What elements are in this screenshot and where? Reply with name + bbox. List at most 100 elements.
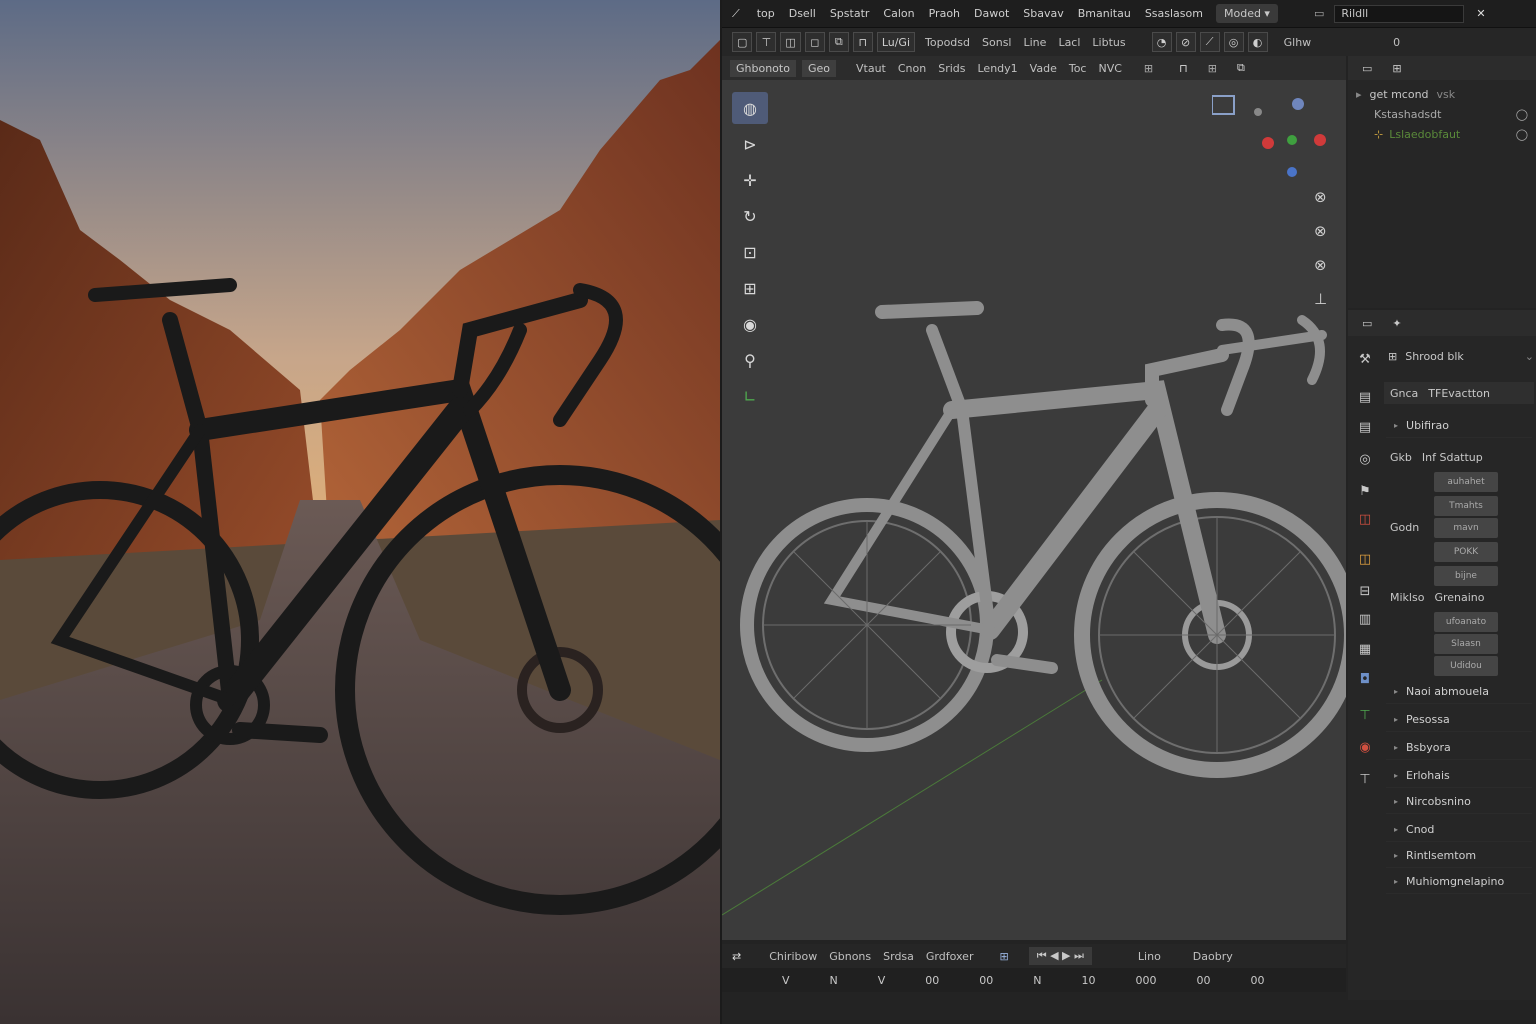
field-input[interactable]: auhahet bbox=[1434, 472, 1498, 492]
menu-item-8[interactable]: Bmanitau bbox=[1071, 7, 1138, 20]
section-header[interactable]: ▸ Nircobsnino bbox=[1386, 790, 1532, 814]
libtus-label[interactable]: Libtus bbox=[1086, 36, 1131, 49]
playback-controls[interactable]: ⏮ ◀ ▶ ⏭ bbox=[1028, 947, 1092, 965]
field-input[interactable]: mavn bbox=[1434, 518, 1498, 538]
sonsl-label[interactable]: Sonsl bbox=[976, 36, 1017, 49]
tab-general[interactable]: Gnca bbox=[1390, 387, 1418, 400]
snap-button[interactable]: ⊓ bbox=[852, 32, 873, 52]
outliner-row[interactable]: Kstashadsdt ◯ bbox=[1356, 104, 1528, 124]
field-input[interactable]: ufoanato bbox=[1434, 612, 1498, 632]
add-menu[interactable]: Srids bbox=[932, 62, 971, 75]
zoom-icon[interactable]: ⊗ bbox=[1314, 180, 1327, 214]
cursor-tool-icon[interactable]: ⊳ bbox=[732, 128, 768, 160]
mode-dropdown[interactable]: Ghbonoto bbox=[730, 59, 796, 77]
menu-item-5[interactable]: Praoh bbox=[922, 7, 967, 20]
world-tab-icon[interactable]: ◫ bbox=[1356, 510, 1374, 528]
menu-item-6[interactable]: Dawot bbox=[967, 7, 1016, 20]
glhw-label[interactable]: Glhw bbox=[1278, 36, 1318, 49]
add-cube-tool-icon[interactable]: ∟ bbox=[732, 380, 768, 412]
outliner-filter-icon[interactable]: ⊞ bbox=[1392, 62, 1401, 75]
transform-tool-icon[interactable]: ⊞ bbox=[732, 272, 768, 304]
shading-icon[interactable]: ◐ bbox=[1247, 32, 1268, 52]
line-label[interactable]: Line bbox=[1018, 36, 1053, 49]
copy-button[interactable]: ⧉ bbox=[828, 32, 849, 52]
menu-item-4[interactable]: Calon bbox=[876, 7, 921, 20]
timeline-item-3[interactable]: Srdsa bbox=[877, 950, 920, 963]
pivot-icon[interactable]: ◔ bbox=[1151, 32, 1172, 52]
mode-button[interactable]: Lu/Gi bbox=[876, 32, 916, 52]
frame-button[interactable]: ◻ bbox=[804, 32, 825, 52]
pan-icon[interactable]: ⊗ bbox=[1314, 214, 1327, 248]
rotate-tool-icon[interactable]: ↻ bbox=[732, 200, 768, 232]
menu-item-3[interactable]: Spstatr bbox=[823, 7, 877, 20]
vade-menu[interactable]: Vade bbox=[1024, 62, 1063, 75]
physics-tab-icon[interactable]: ▦ bbox=[1356, 640, 1374, 658]
data-tab-icon[interactable]: ⊤ bbox=[1356, 706, 1374, 724]
pin-icon[interactable]: ✦ bbox=[1392, 317, 1401, 330]
timeline-right-a[interactable]: Lino bbox=[1132, 950, 1167, 963]
select-menu[interactable]: Cnon bbox=[892, 62, 932, 75]
menu-item-2[interactable]: Dsell bbox=[782, 7, 823, 20]
view-menu[interactable]: Vtaut bbox=[850, 62, 892, 75]
menu-item-1[interactable]: top bbox=[750, 7, 782, 20]
particles-tab-icon[interactable]: ▥ bbox=[1356, 610, 1374, 628]
tool-tab-icon[interactable]: ⚒ bbox=[1356, 350, 1374, 368]
outliner-row[interactable]: ▸ get mcond vsk bbox=[1356, 84, 1528, 104]
field-input[interactable]: bijne bbox=[1434, 566, 1498, 586]
workspace-tab[interactable]: Moded ▾ bbox=[1215, 4, 1278, 23]
section-header[interactable]: ▸ Rintlsemtom bbox=[1386, 844, 1532, 868]
properties-type-icon[interactable]: ▭ bbox=[1362, 317, 1372, 330]
annotate-tool-icon[interactable]: ◉ bbox=[732, 308, 768, 340]
outliner-type-icon[interactable]: ▭ bbox=[1362, 62, 1372, 75]
output-tab-icon[interactable]: ▤ bbox=[1356, 418, 1374, 436]
scene-icon[interactable]: ▭ bbox=[1314, 7, 1324, 20]
object-menu[interactable]: Lendy1 bbox=[972, 62, 1024, 75]
select-box-button[interactable]: ▢ bbox=[732, 32, 753, 52]
section-header[interactable]: ▸ Pesossa bbox=[1386, 708, 1532, 732]
topology-label[interactable]: Topodsd bbox=[919, 36, 976, 49]
nvc-menu[interactable]: NVC bbox=[1092, 62, 1127, 75]
section-header[interactable]: ▸ Cnod bbox=[1386, 818, 1532, 842]
mode2-dropdown[interactable]: Geo bbox=[801, 59, 836, 77]
app-logo-icon[interactable]: ⟋ bbox=[732, 7, 740, 21]
texture-tab-icon[interactable]: ⊤ bbox=[1356, 770, 1374, 788]
modifier-tab-icon[interactable]: ⊟ bbox=[1356, 582, 1374, 600]
select-tool-icon[interactable]: ◍ bbox=[732, 92, 768, 124]
xray-icon[interactable]: ⧉ bbox=[1237, 61, 1245, 75]
3d-viewport[interactable]: ⊗ ⊗ ⊗ ⊥ ◍ ⊳ ✛ ↻ ⊡ ⊞ ◉ ⚲ ∟ bbox=[722, 80, 1346, 940]
scale-tool-icon[interactable]: ⊡ bbox=[732, 236, 768, 268]
timeline-right-b[interactable]: Daobry bbox=[1187, 950, 1239, 963]
scene-name-field[interactable]: Rildll bbox=[1334, 4, 1465, 23]
camera-toggle-icon[interactable]: ⊗ bbox=[1314, 248, 1327, 282]
tab-selection[interactable]: TFEvactton bbox=[1428, 387, 1490, 400]
lock-icon[interactable]: ⊓ bbox=[1179, 62, 1188, 75]
outliner-row[interactable]: ⊹ Lslaedobfaut ◯ bbox=[1356, 124, 1528, 144]
measure-tool-icon[interactable]: ⚲ bbox=[732, 344, 768, 376]
visibility-icon[interactable]: ◯ bbox=[1516, 108, 1528, 121]
scene-tab-icon[interactable]: ⚑ bbox=[1356, 482, 1374, 500]
overlay-icon[interactable]: ◎ bbox=[1223, 32, 1244, 52]
close-icon[interactable]: ✕ bbox=[1476, 7, 1485, 20]
section-header[interactable]: ▸ Naoi abmouela bbox=[1386, 680, 1532, 704]
material-tab-icon[interactable]: ◉ bbox=[1356, 738, 1374, 756]
visibility-icon[interactable]: ◯ bbox=[1516, 128, 1528, 141]
section-header[interactable]: ▸ Muhiomgnelapino bbox=[1386, 870, 1532, 894]
section-header[interactable]: ▸ Ubifirao bbox=[1386, 414, 1532, 438]
object-tab-icon[interactable]: ◫ bbox=[1356, 550, 1374, 568]
keyframe-icon[interactable]: ⊞ bbox=[999, 950, 1008, 963]
toc-menu[interactable]: Toc bbox=[1063, 62, 1093, 75]
section-header[interactable]: ▸ Erlohais bbox=[1386, 764, 1532, 788]
field-input[interactable]: Udidou bbox=[1434, 656, 1498, 676]
menu-item-7[interactable]: Sbavav bbox=[1016, 7, 1070, 20]
render-tab-icon[interactable]: ▤ bbox=[1356, 388, 1374, 406]
field-input[interactable]: Slaasn bbox=[1434, 634, 1498, 654]
view-layer-tab-icon[interactable]: ◎ bbox=[1356, 450, 1374, 468]
section-header[interactable]: ▸ Bsbyora bbox=[1386, 736, 1532, 760]
field-input[interactable]: Tmahts bbox=[1434, 496, 1498, 516]
constraints-tab-icon[interactable]: ◘ bbox=[1356, 670, 1374, 688]
timeline-item-2[interactable]: Gbnons bbox=[823, 950, 877, 963]
timeline-item-4[interactable]: Grdfoxer bbox=[920, 950, 980, 963]
move-tool-icon[interactable]: ✛ bbox=[732, 164, 768, 196]
snap-icon[interactable]: ⊘ bbox=[1175, 32, 1196, 52]
options-icon[interactable]: ⌄ bbox=[1525, 350, 1534, 363]
